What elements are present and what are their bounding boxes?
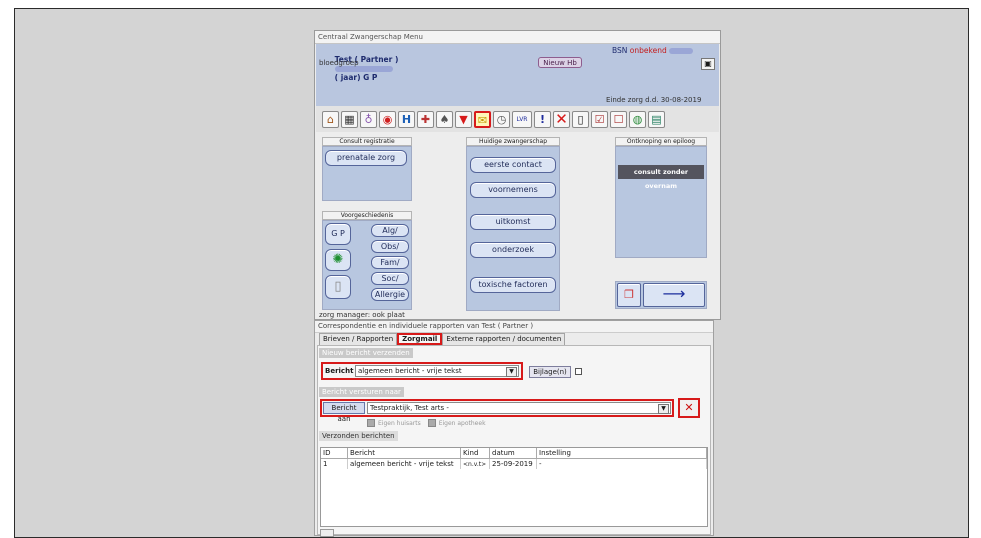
consult-without-takeover-button[interactable]: consult zonder overnam [618, 165, 704, 190]
own-pharmacy-checkbox[interactable] [427, 419, 436, 427]
consult-header: Consult registratie [322, 137, 412, 146]
mail-icon[interactable]: ✉ [474, 110, 491, 128]
outcome-button[interactable]: uitkomst [470, 214, 556, 230]
lvr-button[interactable]: LVR [512, 110, 532, 128]
soc-button[interactable]: Soc/ [371, 272, 409, 285]
clock-icon[interactable]: ◷ [493, 110, 510, 128]
message-type-select[interactable]: algemeen bericht - vrije tekst ▼ [355, 365, 519, 377]
message-type-value: algemeen bericht - vrije tekst [358, 367, 462, 375]
stethoscope-icon[interactable]: ♠ [436, 110, 453, 128]
outcome-header: Ontknoping en epiloog [615, 137, 707, 146]
pregnancy-menu-window: Centraal Zwangerschap Menu Test ( Partne… [314, 30, 721, 320]
table-row[interactable]: 1 algemeen bericht - vrije tekst <n.v.t>… [321, 458, 707, 469]
globe-icon[interactable]: ◍ [629, 110, 646, 128]
send-to-button[interactable]: Bericht aan [323, 402, 365, 423]
book-icon[interactable]: ❐ [617, 283, 641, 307]
care-end-date: Einde zorg d.d. 30-08-2019 [606, 96, 702, 104]
column-header-kind[interactable]: Kind [460, 448, 490, 459]
column-header-id[interactable]: ID [321, 448, 348, 459]
cell-message: algemeen bericht - vrije tekst [347, 458, 461, 469]
sun-icon[interactable]: ✺ [325, 249, 351, 271]
tab-external-reports[interactable]: Externe rapporten / documenten [442, 333, 566, 345]
red-triangle-icon[interactable]: ▼ [455, 110, 472, 128]
send-to-section-label: Bericht versturen naar [319, 387, 404, 397]
notepad-icon[interactable]: ☐ [610, 110, 627, 128]
history-header: Voorgeschiedenis [322, 211, 412, 220]
attachments-button[interactable]: Bijlage(n) [529, 366, 571, 378]
column-header-message[interactable]: Bericht [347, 448, 461, 459]
research-button[interactable]: onderzoek [470, 242, 556, 258]
sent-messages-table: ID Bericht Kind datum Instelling 1 algem… [320, 447, 708, 527]
alert-icon[interactable]: ! [534, 110, 551, 128]
cell-institution: - [536, 458, 707, 469]
home-icon[interactable]: ⌂ [322, 110, 339, 128]
window-title: Centraal Zwangerschap Menu [315, 31, 720, 44]
toxic-factors-button[interactable]: toxische factoren [470, 277, 556, 293]
hospital-icon[interactable]: H [398, 110, 415, 128]
cell-id: 1 [321, 458, 348, 469]
column-header-institution[interactable]: Instelling [536, 448, 707, 459]
cell-date: 25-09-2019 [489, 458, 537, 469]
tab-bar: Brieven / Rapporten Zorgmail Externe rap… [319, 333, 566, 345]
message-label: Bericht [325, 367, 354, 375]
arrow-right-icon[interactable]: ⟶ [643, 283, 705, 307]
fam-button[interactable]: Fam/ [371, 256, 409, 269]
intentions-button[interactable]: voornemens [470, 182, 556, 198]
correspondence-window: Correspondentie en individuele rapporten… [314, 320, 714, 537]
sent-messages-section-label: Verzonden berichten [319, 431, 398, 441]
photo-icon[interactable]: ▦ [341, 110, 358, 128]
bsn-display: BSN onbekend [612, 46, 694, 55]
recipient-options: Eigen huisarts Eigen apotheek [367, 419, 486, 427]
lifebuoy-icon[interactable]: ◉ [379, 110, 396, 128]
close-record-icon[interactable]: ✕ [553, 110, 570, 128]
outcome-panel [615, 146, 707, 258]
correspondence-title: Correspondentie en individuele rapporten… [315, 321, 713, 333]
new-message-section-label: Nieuw bericht verzenden [319, 348, 413, 358]
blank-document-icon[interactable]: ▯ [572, 110, 589, 128]
own-pharmacy-label: Eigen apotheek [438, 419, 486, 427]
patient-header: Test ( Partner ) ( jaar) G P BSN onbeken… [316, 44, 719, 106]
footer-text: zorg manager: ook plaat [319, 311, 405, 319]
sent-table: ID Bericht Kind datum Instelling 1 algem… [321, 448, 707, 469]
recipient-select[interactable]: Testpraktijk, Test arts - ▼ [367, 402, 671, 414]
own-gp-checkbox[interactable] [367, 419, 375, 427]
pregnancy-header: Huidige zwangerschap [466, 137, 560, 146]
allergy-button[interactable]: Allergie [371, 288, 409, 301]
expand-icon[interactable]: ▣ [701, 58, 715, 70]
tab-zorgmail[interactable]: Zorgmail [397, 333, 443, 345]
gp-button[interactable]: G P [325, 223, 351, 245]
calculator-icon[interactable]: ▤ [648, 110, 665, 128]
flask-icon[interactable]: ♁ [360, 110, 377, 128]
bsn-value: onbekend [629, 46, 667, 55]
table-header-row: ID Bericht Kind datum Instelling [321, 448, 707, 459]
attachments-checkbox[interactable] [575, 368, 582, 375]
cell-kind: <n.v.t> [460, 458, 490, 469]
clear-recipient-icon[interactable]: ✕ [678, 398, 700, 418]
checklist-icon[interactable]: ☑ [591, 110, 608, 128]
blood-group-label: bloedgroep [319, 59, 359, 67]
tab-letters-reports[interactable]: Brieven / Rapporten [319, 333, 398, 345]
recipient-value: Testpraktijk, Test arts - [370, 404, 449, 412]
first-contact-button[interactable]: eerste contact [470, 157, 556, 173]
patient-name: Test ( Partner ) ( jaar) G P [319, 46, 398, 91]
own-gp-label: Eigen huisarts [378, 419, 421, 427]
patient-age-gravidity: ( jaar) G P [334, 73, 378, 82]
column-header-date[interactable]: datum [489, 448, 537, 459]
redacted-bsn [669, 48, 694, 54]
pills-icon[interactable]: ✚ [417, 110, 434, 128]
alg-button[interactable]: Alg/ [371, 224, 409, 237]
document-icon[interactable]: ▯ [325, 275, 351, 299]
prenatal-care-button[interactable]: prenatale zorg [325, 150, 407, 166]
chevron-down-icon[interactable]: ▼ [506, 367, 517, 377]
chevron-down-icon[interactable]: ▼ [658, 404, 669, 414]
toolbar: ⌂ ▦ ♁ ◉ H ✚ ♠ ▼ ✉ ◷ LVR ! ✕ ▯ ☑ ☐ ◍ ▤ [316, 106, 719, 132]
bsn-label: BSN [612, 46, 628, 55]
new-hb-button[interactable]: Nieuw Hb [538, 57, 582, 68]
obs-button[interactable]: Obs/ [371, 240, 409, 253]
